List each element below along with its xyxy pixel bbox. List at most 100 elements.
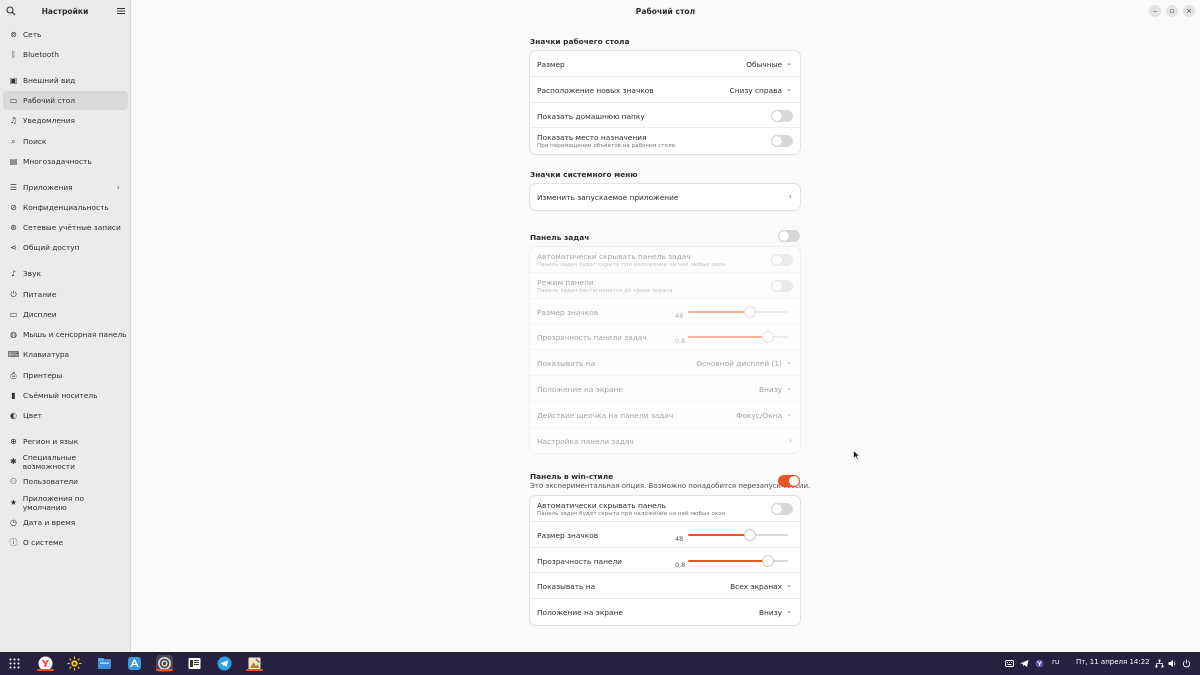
taskbar-text-editor[interactable] (186, 655, 203, 672)
sidebar-item-multitasking[interactable]: ▤ Многозадачность (3, 152, 128, 171)
taskbar-autohide-toggle[interactable] (771, 254, 793, 266)
sidebar-item-users[interactable]: ⚇ Пользователи (3, 472, 128, 491)
document-icon (188, 658, 201, 669)
desktop-icons-card: Размер Обычные ⌄ Расположение новых знач… (530, 51, 800, 155)
telegram-tray-icon[interactable] (1020, 659, 1029, 668)
sidebar-item-keyboard[interactable]: ⌨ Клавиатура (3, 345, 128, 364)
slider-knob[interactable] (745, 306, 755, 317)
taskbar-icon-size-slider[interactable] (688, 306, 788, 317)
sidebar-item-accessibility[interactable]: ✱ Специальные возможности (3, 452, 128, 471)
sidebar-item-clock[interactable]: ◷ Дата и время (3, 513, 128, 532)
launcher-row[interactable]: Изменить запускаемое приложение › (530, 184, 800, 210)
chevron-right-icon: › (116, 183, 120, 192)
taskbar-autohide-row: Автоматически скрывать панель задач Пане… (530, 247, 800, 273)
hamburger-menu-icon[interactable] (116, 6, 126, 16)
minimize-button[interactable]: – (1149, 5, 1161, 17)
taskbar-mode-toggle[interactable] (771, 279, 793, 292)
taskbar-position-row[interactable]: Положение на экране Внизу ⌄ (530, 376, 800, 402)
sidebar: Настройки ⊚ Сеть ᛒ Bluetooth ▣ Внешний вид ▭ Ра… (0, 0, 131, 652)
taskbar-click-action-row[interactable]: Действие щелчка на панели задач Фокус/Ок… (530, 402, 800, 428)
win-show-on-value: Всех экранах (730, 582, 782, 592)
app-center-icon (128, 657, 141, 670)
sidebar-item-info[interactable]: ⓘ О системе (3, 533, 128, 552)
win-icon-size-slider[interactable] (688, 529, 788, 540)
win-position-row[interactable]: Положение на экране Внизу ⌄ (530, 599, 800, 625)
volume-icon[interactable] (1168, 659, 1177, 668)
show-home-row: Показать домашнюю папку (530, 103, 800, 129)
slider-knob[interactable] (763, 555, 773, 566)
taskbar-show-on-label: Показывать на (537, 359, 596, 369)
keyboard-layout-indicator[interactable]: ru (1052, 658, 1059, 666)
sidebar-item-online-accounts[interactable]: ⊛ Сетевые учётные записи (3, 218, 128, 237)
sidebar-item-bluetooth[interactable]: ᛒ Bluetooth (3, 45, 128, 64)
sidebar-item-share[interactable]: ⋖ Общий доступ (3, 238, 128, 257)
network-wired-icon[interactable] (1155, 659, 1164, 668)
icon-size-row[interactable]: Размер Обычные ⌄ (530, 51, 800, 77)
removable-media-icon: ▮ (11, 391, 16, 400)
show-home-toggle[interactable] (771, 109, 793, 122)
win-autohide-label: Автоматически скрывать панель (537, 501, 666, 510)
show-destination-toggle[interactable] (771, 135, 793, 148)
taskbar-icon-size-row: Размер значков 48 (530, 299, 800, 325)
power-icon[interactable] (1182, 659, 1191, 668)
taskbar-app-center[interactable] (126, 655, 143, 672)
slider-knob[interactable] (745, 529, 755, 540)
sidebar-item-privacy[interactable]: ⊘ Конфиденциальность (3, 198, 128, 217)
sidebar-item-color[interactable]: ◐ Цвет (3, 406, 128, 425)
running-indicator (37, 669, 54, 671)
sidebar-item-star[interactable]: ★ Приложения по умолчанию (3, 493, 128, 512)
chevron-down-icon: ⌄ (786, 383, 792, 392)
sidebar-item-label: Цвет (23, 411, 42, 420)
taskbar-config-row[interactable]: Настройка панели задач › (530, 428, 800, 454)
app-grid-button[interactable] (6, 655, 23, 672)
sidebar-item-bell[interactable]: ♫ Уведомления (3, 111, 128, 130)
taskbar-files[interactable] (96, 655, 113, 672)
taskbar-yandex-browser[interactable]: Y (37, 655, 54, 672)
win-icon-size-value: 48 (675, 534, 684, 543)
maximize-button[interactable]: ▫ (1166, 5, 1178, 17)
sidebar-item-appearance[interactable]: ▣ Внешний вид (3, 71, 128, 90)
taskbar-icon-size-label: Размер значков (537, 307, 599, 317)
sidebar-item-label: Внешний вид (23, 76, 76, 85)
taskbar-show-on-row[interactable]: Показывать на Основной дисплей (1) ⌄ (530, 350, 800, 376)
win-autohide-toggle[interactable] (771, 503, 793, 515)
taskbar-enable-toggle[interactable] (778, 230, 800, 242)
taskbar-telegram[interactable] (216, 655, 233, 672)
win-show-on-row[interactable]: Показывать на Всех экранах ⌄ (530, 573, 800, 600)
yandex-tray-icon[interactable]: Y (1035, 659, 1044, 668)
win-panel-enable-toggle[interactable] (778, 475, 800, 487)
clock[interactable]: Пт, 11 апреля 14:22 (1076, 658, 1150, 666)
sidebar-item-mouse[interactable]: ◍ Мышь и сенсорная панель (3, 325, 128, 344)
taskbar-image-viewer[interactable] (246, 655, 263, 672)
sidebar-item-label: Пользователи (23, 477, 78, 486)
sidebar-item-removable-media[interactable]: ▮ Съёмный носитель (3, 386, 128, 405)
sidebar-item-music-note[interactable]: ♪ Звук (3, 264, 128, 283)
running-indicator (246, 669, 263, 671)
close-button[interactable]: × (1183, 5, 1195, 17)
taskbar-settings[interactable] (156, 655, 173, 672)
running-indicator (156, 669, 173, 671)
taskbar-media-app[interactable] (66, 655, 83, 672)
icon-size-label: Размер (537, 60, 565, 69)
sidebar-item-label: Сетевые учётные записи (23, 223, 121, 232)
keyboard-icon[interactable] (1005, 659, 1014, 668)
new-icons-position-row[interactable]: Расположение новых значков Снизу справа … (530, 77, 800, 103)
sidebar-item-display[interactable]: ▭ Дисплеи (3, 305, 128, 324)
slider-knob[interactable] (763, 332, 773, 343)
sidebar-item-desktop[interactable]: ▭ Рабочий стол (3, 91, 128, 110)
sidebar-item-region[interactable]: ⊕ Регион и язык (3, 432, 128, 451)
sidebar-item-label: Поиск (23, 137, 47, 146)
icon-size-value: Обычные (746, 60, 782, 69)
keyboard-icon: ⌨ (7, 350, 20, 359)
sidebar-item-apps[interactable]: ☰ Приложения › (3, 178, 128, 197)
sidebar-item-label: Принтеры (23, 371, 63, 380)
win-opacity-slider[interactable] (688, 555, 788, 566)
taskbar: Y Y ru Пт, 11 апреля 14:22 (0, 652, 1200, 675)
taskbar-opacity-slider[interactable] (688, 332, 788, 343)
desktop-icon: ▭ (9, 96, 18, 105)
sidebar-item-printer[interactable]: ⎙ Принтеры (3, 366, 128, 385)
sidebar-item-label: О системе (23, 538, 64, 547)
sidebar-item-power[interactable]: ⏻ Питание (3, 285, 128, 304)
sidebar-item-network[interactable]: ⊚ Сеть (3, 25, 128, 44)
sidebar-item-search[interactable]: ⌕ Поиск (3, 132, 128, 151)
